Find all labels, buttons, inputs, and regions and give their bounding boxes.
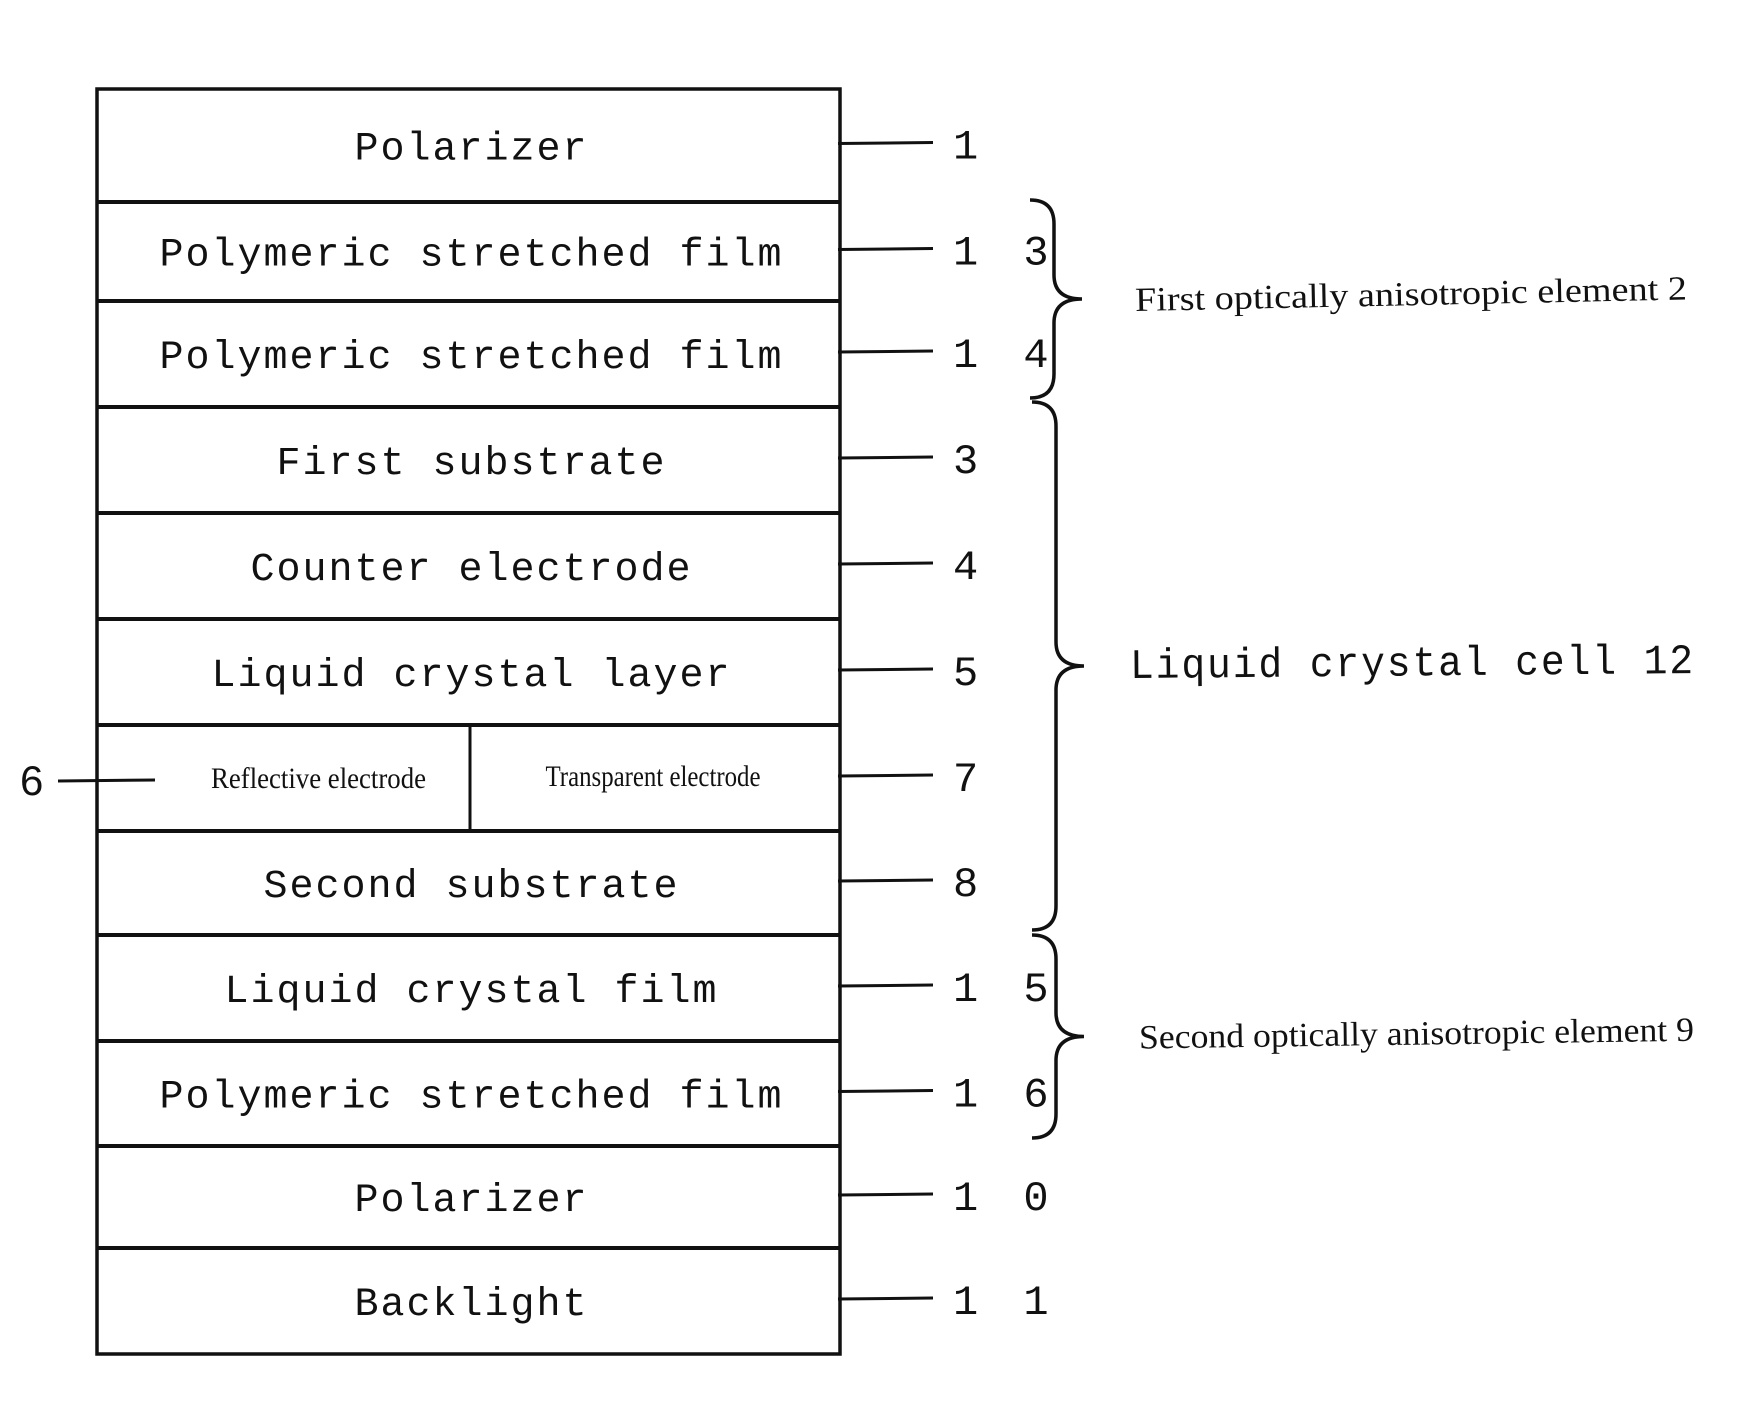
- ref-numeral: 3: [953, 438, 988, 486]
- curly-brace: [1031, 400, 1085, 932]
- diagram-canvas: Polarizer Polymeric stretched film Polymer…: [20, 87, 1695, 1356]
- ref-numeral: 1 3: [953, 230, 1059, 278]
- ref-numeral: 5: [953, 650, 988, 698]
- group-3: Second optically anisotropic element 9: [1031, 933, 1694, 1140]
- leader-line: [837, 1192, 934, 1197]
- leader-line: [837, 141, 934, 145]
- ref-numeral-6: 6: [20, 757, 43, 804]
- layer-label: Polymeric stretched film: [159, 336, 783, 381]
- group-braces: First optically anisotropic element 2 Liq…: [1029, 198, 1695, 1140]
- layer-label: First substrate: [276, 442, 666, 487]
- layer-7: Reflective electrode Transparent electrod…: [97, 723, 840, 831]
- ref-numeral: 7: [953, 756, 988, 804]
- ref-numeral: 4: [953, 544, 988, 592]
- group-2: Liquid crystal cell 12: [1031, 400, 1695, 932]
- group-label: First optically anisotropic element 2: [1135, 270, 1688, 319]
- ref-numeral: 1 5: [953, 966, 1059, 1014]
- ref-numeral: 1 1: [953, 1279, 1059, 1327]
- layer-label: Liquid crystal film: [224, 970, 718, 1015]
- group-label: Second optically anisotropic element 9: [1139, 1012, 1694, 1057]
- ref-numeral: 8: [953, 861, 988, 909]
- layer-5: Counter electrode: [97, 511, 840, 593]
- layer-label: Polarizer: [354, 1179, 588, 1224]
- leader-line-6: [57, 778, 156, 783]
- group-label: Liquid crystal cell 12: [1130, 638, 1695, 691]
- layer-10: Polymeric stretched film: [97, 1039, 840, 1121]
- group-1: First optically anisotropic element 2: [1029, 198, 1688, 400]
- layer-label: Polymeric stretched film: [159, 234, 783, 279]
- leader-line: [837, 561, 934, 566]
- layer-label: Second substrate: [263, 865, 679, 910]
- ref-numeral: 1 0: [953, 1175, 1059, 1223]
- layer-1: Polarizer: [354, 128, 588, 173]
- stack-outline: [95, 87, 842, 1356]
- layer-6: Liquid crystal layer: [97, 617, 840, 699]
- leader-line: [837, 349, 934, 354]
- ref-numeral: 1: [953, 124, 988, 172]
- layer-3: Polymeric stretched film: [97, 299, 840, 381]
- layer-label: Polarizer: [354, 128, 588, 173]
- transparent-electrode-label: Transparent electrode: [546, 760, 761, 793]
- layer-9: Liquid crystal film: [97, 933, 840, 1015]
- layer-4: First substrate: [97, 405, 840, 487]
- layer-label: Backlight: [354, 1283, 588, 1328]
- layer-stack: Polarizer Polymeric stretched film Polymer…: [95, 87, 842, 1356]
- leader-line: [837, 983, 934, 988]
- layer-label: Counter electrode: [250, 548, 692, 593]
- layer-2: Polymeric stretched film: [97, 200, 840, 279]
- leader-line: [837, 667, 934, 672]
- leader-line: [837, 455, 934, 460]
- leader-line: [837, 1296, 934, 1301]
- leader-line: [837, 247, 934, 251]
- ref-numeral: 1 4: [953, 332, 1059, 380]
- ref-numeral: 1 6: [953, 1072, 1059, 1120]
- lcd-layer-stack-diagram: Polarizer Polymeric stretched film Polymer…: [0, 0, 1741, 1409]
- layer-label: Liquid crystal layer: [211, 654, 731, 699]
- leader-line: [837, 773, 934, 778]
- leader-line: [837, 878, 934, 883]
- layer-8: Second substrate: [97, 829, 840, 910]
- leader-line: [837, 1089, 934, 1093]
- layer-12: Backlight: [97, 1246, 840, 1328]
- reflective-electrode-label: Reflective electrode: [211, 762, 426, 795]
- layer-11: Polarizer: [97, 1144, 840, 1224]
- layer-label: Polymeric stretched film: [159, 1076, 783, 1121]
